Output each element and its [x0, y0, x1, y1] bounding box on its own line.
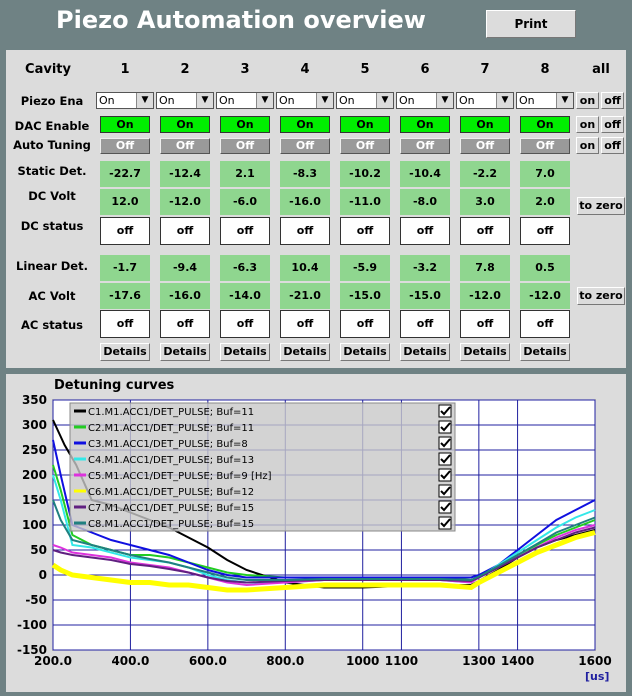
y-tick-label: 250 [22, 443, 47, 457]
x-tick-label: 200.0 [34, 654, 72, 668]
legend-entry: C4.M1.ACC1/DET_PULSE; Buf=13 [88, 455, 254, 466]
y-tick-label: 50 [30, 543, 47, 557]
x-tick-label: 1400 [501, 654, 534, 668]
legend-entry: C6.M1.ACC1/DET_PULSE; Buf=12 [88, 487, 254, 498]
legend-entry: C7.M1.ACC1/DET_PULSE; Buf=15 [88, 503, 254, 514]
y-tick-label: -100 [17, 618, 47, 632]
legend-entry: C3.M1.ACC1/DET_PULSE; Buf=8 [88, 439, 248, 450]
x-tick-label: 1300 [462, 654, 495, 668]
legend-entry: C2.M1.ACC1/DET_PULSE; Buf=11 [88, 423, 254, 434]
x-tick-label: 1600 [578, 654, 611, 668]
y-tick-label: 200 [22, 468, 47, 482]
y-tick-label: 0 [39, 568, 47, 582]
y-tick-label: 300 [22, 418, 47, 432]
y-tick-label: 150 [22, 493, 47, 507]
y-tick-label: -50 [25, 593, 47, 607]
x-tick-label: 600.0 [189, 654, 227, 668]
x-tick-label: 400.0 [111, 654, 149, 668]
x-tick-label: 1000 [346, 654, 379, 668]
x-axis-label: [us] [585, 670, 609, 683]
x-tick-label: 800.0 [266, 654, 304, 668]
x-tick-label: 1100 [385, 654, 418, 668]
legend-entry: C5.M1.ACC1/DET_PULSE; Buf=9 [Hz] [88, 471, 272, 482]
detuning-chart: 350300250200150100500-50-100-150200.0 400… [17, 393, 612, 683]
legend-entry: C1.M1.ACC1/DET_PULSE; Buf=11 [88, 407, 254, 418]
y-tick-label: 100 [22, 518, 47, 532]
legend-entry: C8.M1.ACC1/DET_PULSE; Buf=15 [88, 519, 254, 530]
y-tick-label: 350 [22, 393, 47, 407]
